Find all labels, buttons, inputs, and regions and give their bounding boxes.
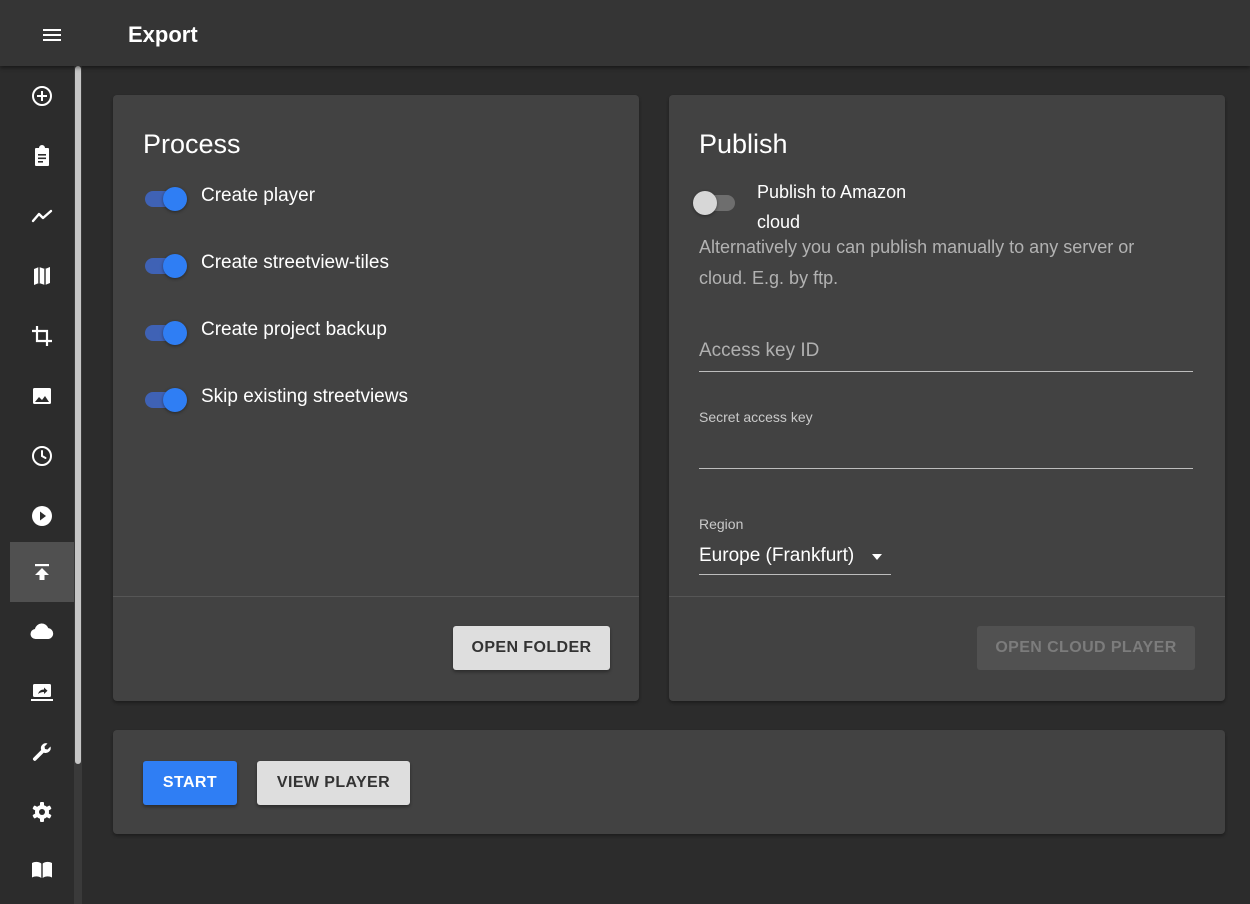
card-divider [669,596,1225,597]
toggle-label: Create project backup [201,319,387,340]
trending-line-icon [31,209,53,223]
nav-item-image[interactable] [10,366,74,426]
add-circle-icon [32,86,52,106]
open-folder-button[interactable]: OPEN FOLDER [453,626,610,670]
actions-card: START VIEW PLAYER [113,730,1225,834]
nav-item-crop[interactable] [10,306,74,366]
access-key-field[interactable]: Access key ID [699,330,1193,372]
toggle-switch[interactable] [143,254,187,278]
crop-icon [32,326,52,346]
publish-title: Publish [699,129,788,159]
screen-share-icon [31,684,53,701]
helper-line2: cloud. E.g. by ftp. [699,268,839,288]
play-circle-icon [32,506,52,526]
clipboard-icon [35,145,49,166]
region-value: Europe (Frankfurt) [699,545,855,566]
region-select[interactable]: Europe (Frankfurt) [699,543,891,575]
access-key-label: Access key ID [699,340,820,361]
clock-icon [32,446,52,466]
publish-toggle-label: Publish to Amazon cloud [757,177,906,237]
region-label: Region [699,516,744,532]
toggle-switch[interactable] [143,388,187,412]
helper-line1: Alternatively you can publish manually t… [699,237,1135,257]
settings-icon [32,802,52,822]
nav-item-clipboard[interactable] [10,126,74,186]
map-icon [34,267,50,285]
toggle-switch[interactable] [143,321,187,345]
toggle-label: Create player [201,185,316,206]
secret-key-field[interactable]: Secret access key [699,407,1193,469]
toggle-label: Create streetview-tiles [201,252,389,273]
nav-item-trending[interactable] [10,186,74,246]
publish-helper-text: Alternatively you can publish manually t… [699,232,1134,294]
publish-icon [35,564,49,580]
publish-toggle-switch[interactable] [693,191,739,215]
nav-item-add[interactable] [10,66,74,126]
region-underline [699,574,891,575]
nav-item-cloud[interactable] [10,602,74,662]
toggle-label: Skip existing streetviews [201,386,408,407]
open-cloud-player-button[interactable]: OPEN CLOUD PLAYER [977,626,1195,670]
nav-item-export[interactable] [10,542,74,602]
sidebar-nav [10,66,74,904]
book-icon [32,861,52,878]
process-title: Process [143,129,241,159]
nav-item-screen-share[interactable] [10,662,74,722]
top-app-bar: Export [0,0,1250,66]
menu-icon [43,29,61,41]
nav-item-play[interactable] [10,486,74,546]
menu-button[interactable] [30,17,74,53]
toggle-switch[interactable] [143,187,187,211]
nav-item-settings[interactable] [10,782,74,842]
publish-card: Publish Publish to Amazon cloud Alternat… [669,95,1225,701]
wrench-icon [32,743,51,761]
cloud-icon [30,623,54,639]
nav-item-tools[interactable] [10,722,74,782]
nav-item-docs[interactable] [10,840,74,900]
chevron-down-icon [872,554,882,560]
sidebar-scrollbar-thumb[interactable] [75,66,81,764]
publish-toggle-label-line1: Publish to Amazon [757,182,907,202]
process-card: Process Create player Create streetview-… [113,95,639,701]
view-player-button[interactable]: VIEW PLAYER [257,761,410,805]
export-app: Export Process Create player Create stre… [0,0,1250,904]
card-divider [113,596,639,597]
nav-item-map[interactable] [10,246,74,306]
secret-key-underline [699,468,1193,469]
nav-item-history[interactable] [10,426,74,486]
access-key-underline [699,371,1193,372]
page-title: Export [128,22,198,47]
image-icon [33,388,51,404]
secret-key-label: Secret access key [699,409,813,425]
start-button[interactable]: START [143,761,237,805]
